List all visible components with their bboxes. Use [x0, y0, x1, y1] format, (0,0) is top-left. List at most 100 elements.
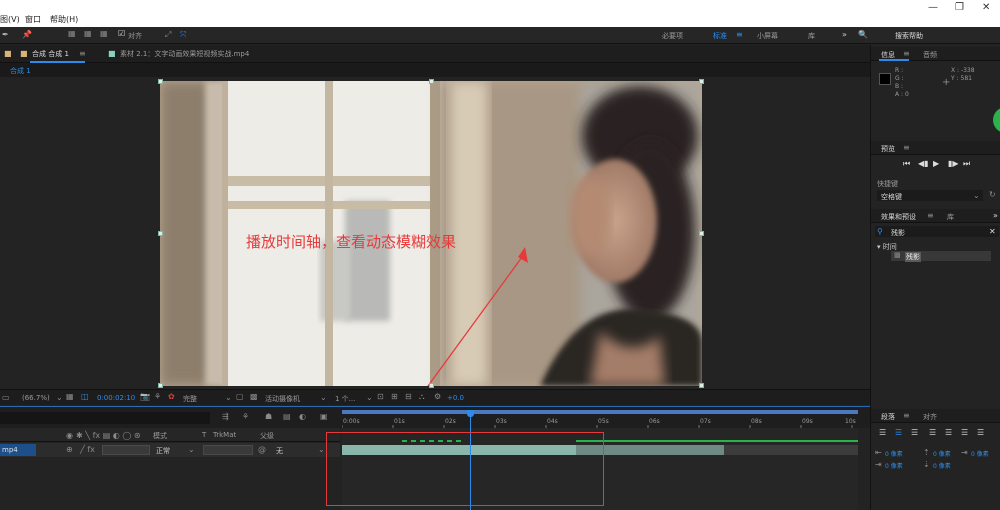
- floating-assistant-icon[interactable]: [993, 107, 1000, 133]
- pin-tool-icon[interactable]: 📌: [22, 31, 32, 39]
- work-area-range[interactable]: [342, 410, 858, 414]
- tab-audio[interactable]: 音频: [923, 50, 937, 60]
- panel-menu-icon[interactable]: ≡: [903, 50, 910, 58]
- flowchart-icon[interactable]: ⛬: [419, 393, 425, 401]
- collapse-switch-icon[interactable]: ⊕: [66, 446, 73, 454]
- clear-search-icon[interactable]: ✕: [989, 228, 996, 236]
- indent-right-value[interactable]: 0 像素: [971, 449, 989, 458]
- panel-menu-icon[interactable]: ≡: [903, 144, 910, 152]
- snapshot-icon[interactable]: 📷: [140, 393, 150, 401]
- tab-library[interactable]: 库: [947, 212, 954, 222]
- justify-last-right-icon[interactable]: ☰: [961, 429, 968, 437]
- workspace-standard[interactable]: 标准: [713, 31, 727, 41]
- layer-name[interactable]: mp4: [2, 446, 18, 454]
- lock-icon[interactable]: ■: [4, 50, 12, 58]
- minimize-icon[interactable]: —: [928, 2, 938, 13]
- menu-help[interactable]: 帮助(H): [50, 14, 78, 25]
- effects-item-echo[interactable]: ▩ 残影: [891, 251, 991, 262]
- transform-handle[interactable]: [699, 79, 704, 84]
- snap-checkbox[interactable]: ☑: [118, 30, 125, 38]
- pen-tool-icon[interactable]: ✒: [2, 31, 9, 39]
- snap-feature-icon[interactable]: ⤧: [180, 31, 186, 39]
- indent-left-value[interactable]: 0 像素: [885, 449, 903, 458]
- space-after-value[interactable]: 0 像素: [933, 461, 951, 470]
- show-snapshot-icon[interactable]: ⚘: [154, 393, 161, 401]
- workspace-libraries[interactable]: 库: [808, 31, 815, 41]
- shortcut-dropdown[interactable]: 空格键 ⌄: [877, 190, 983, 201]
- grid-icon[interactable]: ▦: [66, 393, 74, 401]
- playhead-handle[interactable]: [466, 410, 474, 417]
- shy-layers-icon[interactable]: ☗: [265, 413, 272, 421]
- exposure-value[interactable]: +0.0: [447, 394, 464, 402]
- more-workspaces-icon[interactable]: »: [842, 31, 847, 39]
- tab-footage[interactable]: 素材 2.1：文字动画效果短视频实战.mp4: [120, 49, 249, 59]
- restore-icon[interactable]: ❐: [955, 2, 964, 13]
- layer-row[interactable]: mp4 ⊕ ╱ fx 正常 ⌄ @ 无 ⌄: [0, 443, 340, 457]
- track-matte-dropdown[interactable]: [203, 445, 253, 455]
- camera-dropdown[interactable]: 活动摄像机: [265, 394, 300, 404]
- world-axis-icon[interactable]: ▦: [84, 30, 92, 38]
- zoom-dropdown[interactable]: (66.7%): [22, 394, 50, 402]
- tab-paragraph[interactable]: 段落: [881, 412, 895, 422]
- panel-menu-icon[interactable]: ≡: [927, 212, 934, 220]
- workspace-essentials[interactable]: 必要项: [662, 31, 683, 41]
- mask-visibility-icon[interactable]: ◫: [81, 393, 89, 401]
- panel-menu-icon[interactable]: ≡: [903, 412, 910, 420]
- transform-handle[interactable]: [699, 383, 704, 388]
- transform-handle[interactable]: [158, 231, 163, 236]
- fast-preview-icon[interactable]: ⊞: [391, 393, 398, 401]
- close-icon[interactable]: ✕: [982, 2, 990, 13]
- view-axis-icon[interactable]: ▦: [100, 30, 108, 38]
- more-panels-icon[interactable]: »: [993, 212, 998, 220]
- timeline-search-input[interactable]: [0, 412, 210, 424]
- motion-blur-icon[interactable]: ◐: [299, 413, 306, 421]
- justify-last-left-icon[interactable]: ☰: [929, 429, 936, 437]
- timeline-icon[interactable]: ⊟: [405, 393, 412, 401]
- parent-dropdown[interactable]: 无: [276, 446, 283, 456]
- layer-mode-dropdown[interactable]: 正常: [156, 446, 170, 456]
- space-before-value[interactable]: 0 像素: [933, 449, 951, 458]
- workspace-menu-icon[interactable]: ≡: [736, 31, 743, 39]
- tab-align[interactable]: 对齐: [923, 412, 937, 422]
- play-icon[interactable]: ▶: [933, 160, 939, 168]
- next-frame-icon[interactable]: ▮▶: [948, 160, 959, 168]
- menu-view[interactable]: 图(V): [0, 14, 20, 25]
- search-help-input[interactable]: 搜索帮助: [895, 31, 923, 41]
- workspace-small-screen[interactable]: 小屏幕: [757, 31, 778, 41]
- transparency-grid-icon[interactable]: ▩: [250, 393, 258, 401]
- tab-effects-presets[interactable]: 效果和预设: [881, 212, 916, 222]
- layer-switches[interactable]: [102, 445, 150, 455]
- search-icon[interactable]: 🔍: [858, 31, 868, 39]
- menu-window[interactable]: 窗口: [25, 14, 41, 25]
- first-line-indent-value[interactable]: 0 像素: [885, 461, 903, 470]
- toggle-pixel-aspect-icon[interactable]: ⊡: [377, 393, 384, 401]
- color-channel-icon[interactable]: ✿: [168, 393, 175, 401]
- draft-3d-icon[interactable]: ⚘: [242, 413, 249, 421]
- region-of-interest-icon[interactable]: ▢: [236, 393, 244, 401]
- first-frame-icon[interactable]: ⏮: [903, 160, 910, 168]
- tab-composition[interactable]: 合成 合成 1: [32, 49, 69, 59]
- tab-comp-1[interactable]: 合成 1: [10, 66, 31, 76]
- align-right-icon[interactable]: ☰: [911, 429, 918, 437]
- transform-handle[interactable]: [158, 383, 163, 388]
- frame-blending-icon[interactable]: ▤: [283, 413, 291, 421]
- exposure-icon[interactable]: ⚙: [434, 393, 441, 401]
- video-frame[interactable]: 播放时间轴，查看动态模糊效果: [160, 81, 702, 386]
- transform-handle[interactable]: [429, 383, 434, 388]
- effects-search-input[interactable]: ⚲ 残影 ✕: [875, 226, 999, 237]
- pick-whip-icon[interactable]: @: [258, 446, 266, 454]
- last-frame-icon[interactable]: ⏭: [963, 160, 970, 168]
- always-preview-icon[interactable]: ▭: [2, 394, 10, 402]
- transform-handle[interactable]: [158, 79, 163, 84]
- tab-preview[interactable]: 预览: [881, 144, 895, 154]
- justify-last-center-icon[interactable]: ☰: [945, 429, 952, 437]
- current-time[interactable]: 0:00:02:10: [97, 394, 135, 402]
- snap-edge-icon[interactable]: ⤢: [165, 31, 171, 39]
- graph-editor-icon[interactable]: ▣: [320, 413, 328, 421]
- align-left-icon[interactable]: ☰: [879, 429, 886, 437]
- loop-icon[interactable]: ↻: [989, 191, 996, 199]
- local-axis-icon[interactable]: ▦: [68, 30, 76, 38]
- composition-mini-flowchart-icon[interactable]: ⇶: [222, 413, 229, 421]
- resolution-dropdown[interactable]: 完整: [183, 394, 197, 404]
- transform-handle[interactable]: [699, 231, 704, 236]
